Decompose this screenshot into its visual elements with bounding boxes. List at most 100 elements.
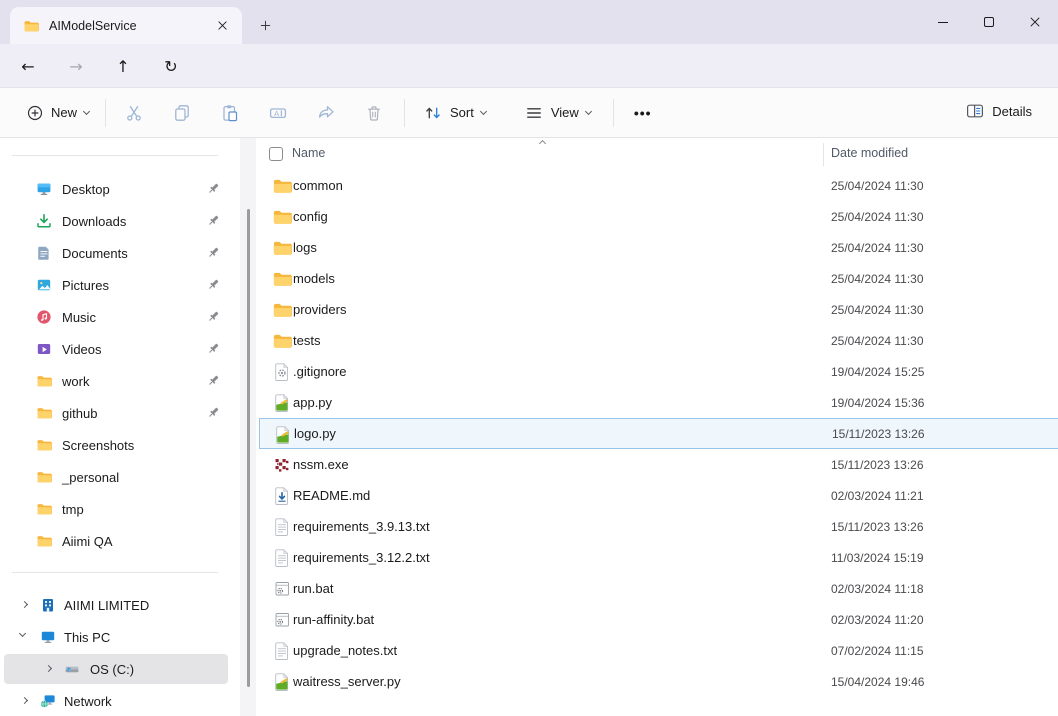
- folder-icon: [36, 405, 52, 421]
- rename-button[interactable]: [258, 95, 298, 131]
- text-file-icon: [272, 517, 292, 537]
- sidebar-item-personal[interactable]: _personal: [0, 461, 240, 493]
- explorer-tab[interactable]: AIModelService: [10, 7, 242, 44]
- column-divider[interactable]: [823, 143, 824, 166]
- copy-button[interactable]: [162, 95, 202, 131]
- sidebar-item-github[interactable]: github: [0, 397, 240, 429]
- new-button[interactable]: New: [18, 98, 97, 128]
- file-row[interactable]: app.py 19/04/2024 15:36: [259, 387, 1058, 418]
- toolbar-separator: [105, 99, 106, 127]
- chevron-right-icon[interactable]: [21, 697, 28, 704]
- file-row[interactable]: nssm.exe 15/11/2023 13:26: [259, 449, 1058, 480]
- file-row[interactable]: providers 25/04/2024 11:30: [259, 294, 1058, 325]
- file-row[interactable]: logs 25/04/2024 11:30: [259, 232, 1058, 263]
- share-icon: [316, 103, 336, 123]
- sidebar-item-aiimi-limited[interactable]: AIIMI LIMITED: [0, 589, 240, 621]
- desktop-icon: [36, 181, 52, 197]
- tab-close-button[interactable]: [212, 16, 232, 36]
- bat-file-icon: [272, 579, 292, 599]
- file-row[interactable]: common 25/04/2024 11:30: [259, 170, 1058, 201]
- file-row[interactable]: run.bat 02/03/2024 11:18: [259, 573, 1058, 604]
- file-row[interactable]: config 25/04/2024 11:30: [259, 201, 1058, 232]
- pin-icon: [206, 309, 221, 324]
- folder-icon: [272, 300, 292, 320]
- rename-icon: [268, 103, 288, 123]
- sidebar-item-music[interactable]: Music: [0, 301, 240, 333]
- more-options-button[interactable]: •••: [624, 105, 662, 121]
- delete-button[interactable]: [354, 95, 394, 131]
- back-button[interactable]: ←: [12, 50, 44, 82]
- text-file-icon: [272, 641, 292, 661]
- command-toolbar: New Sort View ••• Details: [0, 88, 1058, 138]
- close-button[interactable]: [1012, 0, 1058, 44]
- folder-icon: [272, 238, 292, 258]
- gear-file-icon: [272, 362, 292, 382]
- sidebar-divider: [12, 155, 218, 156]
- folder-icon: [36, 437, 52, 453]
- sort-button[interactable]: Sort: [415, 97, 494, 129]
- sidebar-item-desktop[interactable]: Desktop: [0, 173, 240, 205]
- file-row[interactable]: tests 25/04/2024 11:30: [259, 325, 1058, 356]
- folder-icon: [36, 501, 52, 517]
- python-file-icon: [272, 393, 292, 413]
- pin-icon: [206, 181, 221, 196]
- file-row[interactable]: upgrade_notes.txt 07/02/2024 11:15: [259, 635, 1058, 666]
- up-button[interactable]: ↑: [107, 50, 139, 82]
- copy-icon: [172, 103, 192, 123]
- sidebar-item-os-c[interactable]: OS (C:): [0, 653, 240, 685]
- toolbar-separator: [404, 99, 405, 127]
- cut-button[interactable]: [114, 95, 154, 131]
- sidebar-item-this-pc[interactable]: This PC: [0, 621, 240, 653]
- pin-icon: [206, 341, 221, 356]
- file-row[interactable]: run-affinity.bat 02/03/2024 11:20: [259, 604, 1058, 635]
- details-button[interactable]: Details: [957, 95, 1040, 127]
- exe-file-icon: [272, 455, 292, 475]
- file-row[interactable]: requirements_3.12.2.txt 11/03/2024 15:19: [259, 542, 1058, 573]
- pin-icon: [206, 245, 221, 260]
- close-icon: [1028, 15, 1042, 29]
- folder-icon: [272, 176, 292, 196]
- this-pc-icon: [40, 629, 56, 645]
- close-icon: [216, 19, 229, 32]
- plus-icon: [259, 19, 272, 32]
- paste-button[interactable]: [210, 95, 250, 131]
- sidebar-item-screenshots[interactable]: Screenshots: [0, 429, 240, 461]
- view-button[interactable]: View: [516, 97, 599, 129]
- file-row-selected[interactable]: logo.py 15/11/2023 13:26: [259, 418, 1058, 449]
- folder-icon: [23, 18, 39, 34]
- column-header-name[interactable]: Name: [292, 146, 325, 160]
- chevron-down-icon: [480, 107, 487, 114]
- pin-icon: [206, 373, 221, 388]
- chevron-down-icon: [83, 107, 90, 114]
- minimize-button[interactable]: [920, 0, 966, 44]
- window-controls: [920, 0, 1058, 44]
- file-row[interactable]: models 25/04/2024 11:30: [259, 263, 1058, 294]
- sidebar-scrollbar[interactable]: [240, 138, 256, 716]
- pictures-icon: [36, 277, 52, 293]
- chevron-down-icon[interactable]: [19, 630, 26, 637]
- scrollbar-thumb[interactable]: [247, 209, 250, 687]
- sidebar-item-tmp[interactable]: tmp: [0, 493, 240, 525]
- file-row[interactable]: waitress_server.py 15/04/2024 19:46: [259, 666, 1058, 697]
- sidebar-item-videos[interactable]: Videos: [0, 333, 240, 365]
- new-tab-button[interactable]: [252, 12, 278, 38]
- folder-icon: [36, 469, 52, 485]
- chevron-right-icon[interactable]: [21, 601, 28, 608]
- file-row[interactable]: .gitignore 19/04/2024 15:25: [259, 356, 1058, 387]
- folder-icon: [272, 269, 292, 289]
- sidebar-item-aiimi-qa[interactable]: Aiimi QA: [0, 525, 240, 557]
- column-header-date-modified[interactable]: Date modified: [831, 146, 908, 160]
- sidebar-item-documents[interactable]: Documents: [0, 237, 240, 269]
- select-all-checkbox[interactable]: [269, 147, 283, 161]
- share-button[interactable]: [306, 95, 346, 131]
- sidebar-item-network[interactable]: Network: [0, 685, 240, 716]
- sidebar-item-downloads[interactable]: Downloads: [0, 205, 240, 237]
- file-row[interactable]: README.md 02/03/2024 11:21: [259, 480, 1058, 511]
- sidebar-item-work[interactable]: work: [0, 365, 240, 397]
- refresh-button[interactable]: ↻: [155, 50, 187, 82]
- sidebar-item-pictures[interactable]: Pictures: [0, 269, 240, 301]
- maximize-button[interactable]: [966, 0, 1012, 44]
- text-file-icon: [272, 548, 292, 568]
- file-row[interactable]: requirements_3.9.13.txt 15/11/2023 13:26: [259, 511, 1058, 542]
- forward-button[interactable]: →: [60, 50, 92, 82]
